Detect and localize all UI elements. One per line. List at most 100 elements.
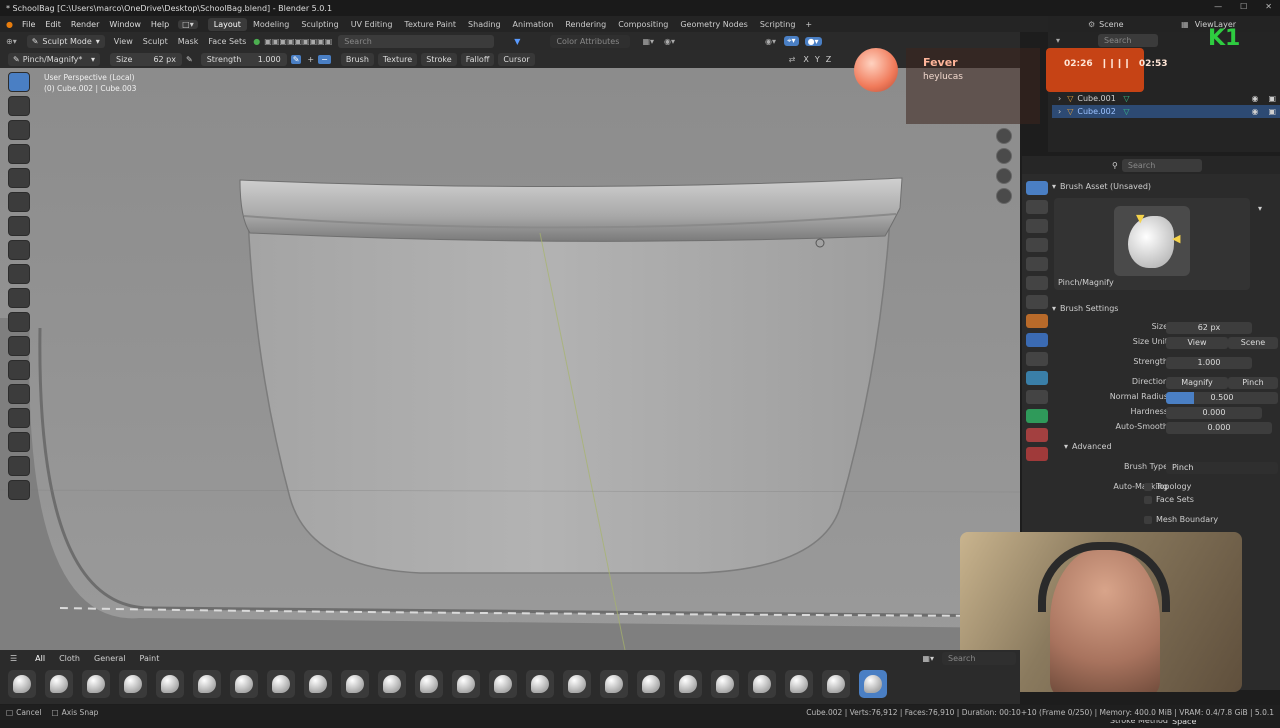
brush-type-dropdown[interactable]: Pinch: [1166, 462, 1278, 474]
tab-shading[interactable]: Shading: [462, 18, 507, 31]
add-workspace-icon[interactable]: +: [805, 20, 812, 29]
tab-rendering[interactable]: Rendering: [559, 18, 612, 31]
overlays-toggle-icon[interactable]: ●▾: [804, 36, 822, 46]
outliner-row-cube-002[interactable]: › ▽ Cube.002 ▽ ◉ ▣: [1052, 105, 1280, 118]
overlay-eye-icon[interactable]: ◉▾: [765, 37, 776, 46]
menu-render[interactable]: Render: [66, 20, 104, 29]
line-project-tool[interactable]: [8, 264, 30, 284]
menu-sculpt[interactable]: Sculpt: [138, 37, 173, 46]
outliner-search-input[interactable]: Search: [1098, 33, 1159, 47]
brush-thumb[interactable]: [711, 670, 739, 698]
grid-view-icon[interactable]: ▦▾: [922, 654, 934, 663]
checkbox-icon[interactable]: [1144, 495, 1152, 504]
brush-thumb[interactable]: [785, 670, 813, 698]
tab-modeling[interactable]: Modeling: [247, 18, 295, 31]
color-filter-tool[interactable]: [8, 336, 30, 356]
mode-dropdown[interactable]: ✎ Sculpt Mode ▾: [26, 34, 105, 48]
strength-prop-field[interactable]: 1.000: [1166, 357, 1252, 369]
hamburger-menu-icon[interactable]: ☰: [10, 654, 17, 663]
topology-checkbox[interactable]: Topology: [1144, 482, 1191, 491]
maximize-icon[interactable]: ☐: [1240, 2, 1247, 11]
render-camera-icon[interactable]: ▣: [1268, 94, 1276, 103]
tab-animation[interactable]: Animation: [507, 18, 560, 31]
cloth-filter-tool[interactable]: [8, 312, 30, 332]
shading-mode-icon[interactable]: ◉▾: [664, 37, 675, 46]
brush-thumb[interactable]: [82, 670, 110, 698]
brush-asset-preview[interactable]: ▼ ◀ Pinch/Magnify: [1054, 198, 1250, 290]
color-attribute-icon[interactable]: ●: [253, 37, 260, 46]
box-mask-tool[interactable]: [8, 192, 30, 212]
brush-thumb[interactable]: [341, 670, 369, 698]
normal-radius-field[interactable]: 0.500: [1166, 392, 1278, 404]
tab-compositing[interactable]: Compositing: [612, 18, 674, 31]
asset-shelf-search-input[interactable]: Search: [942, 651, 1016, 665]
tab-texture-paint[interactable]: Texture Paint: [398, 18, 462, 31]
brush-thumb[interactable]: [119, 670, 147, 698]
expand-icon[interactable]: ›: [1058, 94, 1061, 103]
annotate-tool[interactable]: [8, 480, 30, 500]
menu-help[interactable]: Help: [146, 20, 174, 29]
brush-thumb[interactable]: [230, 670, 258, 698]
transform-tool[interactable]: [8, 456, 30, 476]
paint-tool[interactable]: [8, 144, 30, 164]
brush-asset-expand-icon[interactable]: ▾: [1258, 204, 1262, 213]
strength-pressure-icon[interactable]: ✎: [290, 54, 302, 64]
brush-thumb[interactable]: [526, 670, 554, 698]
size-field[interactable]: Size 62 px: [110, 52, 182, 66]
camera-view-icon[interactable]: [996, 168, 1012, 184]
menu-brush[interactable]: Brush: [340, 52, 374, 66]
mesh-boundary-checkbox[interactable]: Mesh Boundary: [1144, 515, 1218, 524]
brush-thumb[interactable]: [8, 670, 36, 698]
zoom-icon[interactable]: [996, 128, 1012, 144]
axis-z-toggle[interactable]: Z: [826, 55, 831, 64]
header-search-input[interactable]: Search: [338, 34, 495, 48]
brush-thumb[interactable]: [452, 670, 480, 698]
color-attributes-field[interactable]: Color Attributes: [550, 34, 631, 48]
expand-icon[interactable]: ›: [1058, 107, 1061, 116]
clay-tool[interactable]: [8, 120, 30, 140]
minimize-icon[interactable]: —: [1214, 2, 1222, 11]
menu-falloff[interactable]: Falloff: [460, 52, 495, 66]
blender-logo-icon[interactable]: ●: [6, 20, 13, 29]
pressure-icon[interactable]: ✎: [186, 55, 193, 64]
face-set-tool[interactable]: [8, 216, 30, 236]
world-tab-icon[interactable]: [1026, 276, 1048, 290]
menu-view[interactable]: View: [109, 37, 138, 46]
grid-ortho-icon[interactable]: [996, 188, 1012, 204]
brush-thumb[interactable]: [45, 670, 73, 698]
tab-cloth[interactable]: Cloth: [59, 654, 80, 663]
tab-paint[interactable]: Paint: [140, 654, 160, 663]
visibility-eye-icon[interactable]: ◉: [1251, 94, 1258, 103]
brush-asset-panel-header[interactable]: ▾ Brush Asset (Unsaved): [1052, 180, 1278, 192]
lasso-trim-tool[interactable]: [8, 240, 30, 260]
tab-uv-editing[interactable]: UV Editing: [345, 18, 399, 31]
strength-field[interactable]: Strength 1.000: [200, 52, 287, 66]
texture-tab-icon[interactable]: [1026, 447, 1048, 461]
menu-cursor[interactable]: Cursor: [498, 52, 535, 66]
scene-name[interactable]: Scene: [1099, 20, 1161, 29]
brush-settings-panel-header[interactable]: ▾ Brush Settings: [1052, 304, 1118, 313]
close-icon[interactable]: ✕: [1265, 2, 1272, 11]
size-unit-view-button[interactable]: View: [1166, 337, 1228, 349]
brush-thumb[interactable]: [378, 670, 406, 698]
checkbox-icon[interactable]: [1144, 515, 1152, 524]
brush-thumb[interactable]: [822, 670, 850, 698]
move-tool[interactable]: [8, 384, 30, 404]
edit-face-set-tool[interactable]: [8, 360, 30, 380]
auto-smooth-field[interactable]: 0.000: [1166, 422, 1272, 434]
tab-sculpting[interactable]: Sculpting: [295, 18, 344, 31]
face-sets-checkbox[interactable]: Face Sets: [1144, 495, 1194, 504]
visibility-eye-icon[interactable]: ◉: [1251, 107, 1258, 116]
brush-thumb[interactable]: [674, 670, 702, 698]
brush-selector[interactable]: ✎ Pinch/Magnify* ▾: [8, 52, 100, 66]
brush-thumb[interactable]: [748, 670, 776, 698]
mask-tools-icon[interactable]: ▣▣▣▣▣▣▣▣▣: [264, 37, 332, 46]
rotate-tool[interactable]: [8, 408, 30, 428]
tab-layout[interactable]: Layout: [207, 17, 247, 31]
advanced-subpanel-header[interactable]: ▾ Advanced: [1064, 442, 1112, 451]
menu-window[interactable]: Window: [104, 20, 146, 29]
filter-funnel-icon[interactable]: ▼: [514, 37, 520, 46]
brush-thumb[interactable]: [304, 670, 332, 698]
mesh-filter-tool[interactable]: [8, 288, 30, 308]
checkbox-icon[interactable]: [1144, 482, 1152, 491]
